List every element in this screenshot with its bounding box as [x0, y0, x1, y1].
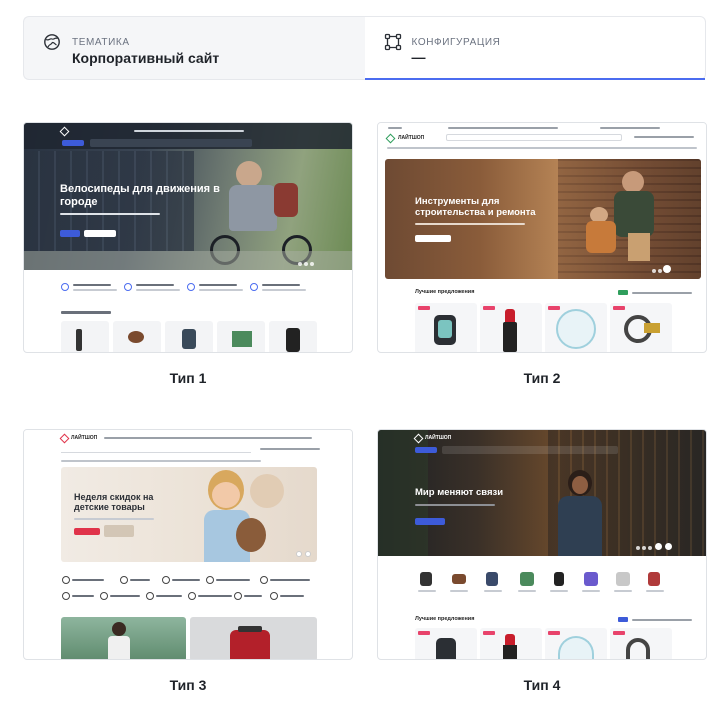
template-card-type-3[interactable]: ЛАЙТШОП Неделя скидок на детские товары — [23, 429, 353, 693]
hero-title: Неделя скидок на детские товары — [74, 492, 154, 513]
hero-title: Велосипеды для движения в городе — [60, 183, 220, 208]
hero-title: Инструменты для строительства и ремонта — [415, 196, 536, 218]
hero-title: Мир меняют связи — [415, 487, 504, 498]
card-label: Тип 4 — [523, 677, 561, 693]
globe-icon — [44, 34, 60, 50]
section-title: Лучшие предложения — [415, 616, 475, 622]
template-preview[interactable]: ЛАЙТШОП Инструменты для строительства и … — [377, 122, 707, 353]
tab-config-value: — — [411, 49, 426, 65]
tab-bar: ТЕМАТИКА Корпоративный сайт КОНФИГУРАЦИЯ… — [23, 16, 706, 80]
template-card-type-4[interactable]: ЛАЙТШОП Мир меняют связи Лучшие предложе… — [377, 429, 707, 693]
card-label: Тип 3 — [169, 677, 207, 693]
template-card-type-1[interactable]: Велосипеды для движения в городе Тип 1 — [23, 122, 353, 386]
template-preview[interactable]: ЛАЙТШОП Мир меняют связи Лучшие предложе… — [377, 429, 707, 660]
template-card-type-2[interactable]: ЛАЙТШОП Инструменты для строительства и … — [377, 122, 707, 386]
tab-config-caption: КОНФИГУРАЦИЯ — [411, 37, 501, 48]
tab-theme-caption: ТЕМАТИКА — [72, 37, 130, 48]
card-label: Тип 2 — [523, 370, 561, 386]
card-label: Тип 1 — [169, 370, 207, 386]
tab-theme[interactable]: ТЕМАТИКА Корпоративный сайт — [23, 16, 365, 80]
tab-theme-value: Корпоративный сайт — [72, 50, 220, 66]
section-title: Лучшие предложения — [415, 289, 475, 295]
tab-config[interactable]: КОНФИГУРАЦИЯ — — [364, 16, 706, 80]
template-preview[interactable]: ЛАЙТШОП Неделя скидок на детские товары — [23, 429, 353, 660]
template-preview[interactable]: Велосипеды для движения в городе — [23, 122, 353, 353]
nodes-icon — [384, 33, 401, 51]
